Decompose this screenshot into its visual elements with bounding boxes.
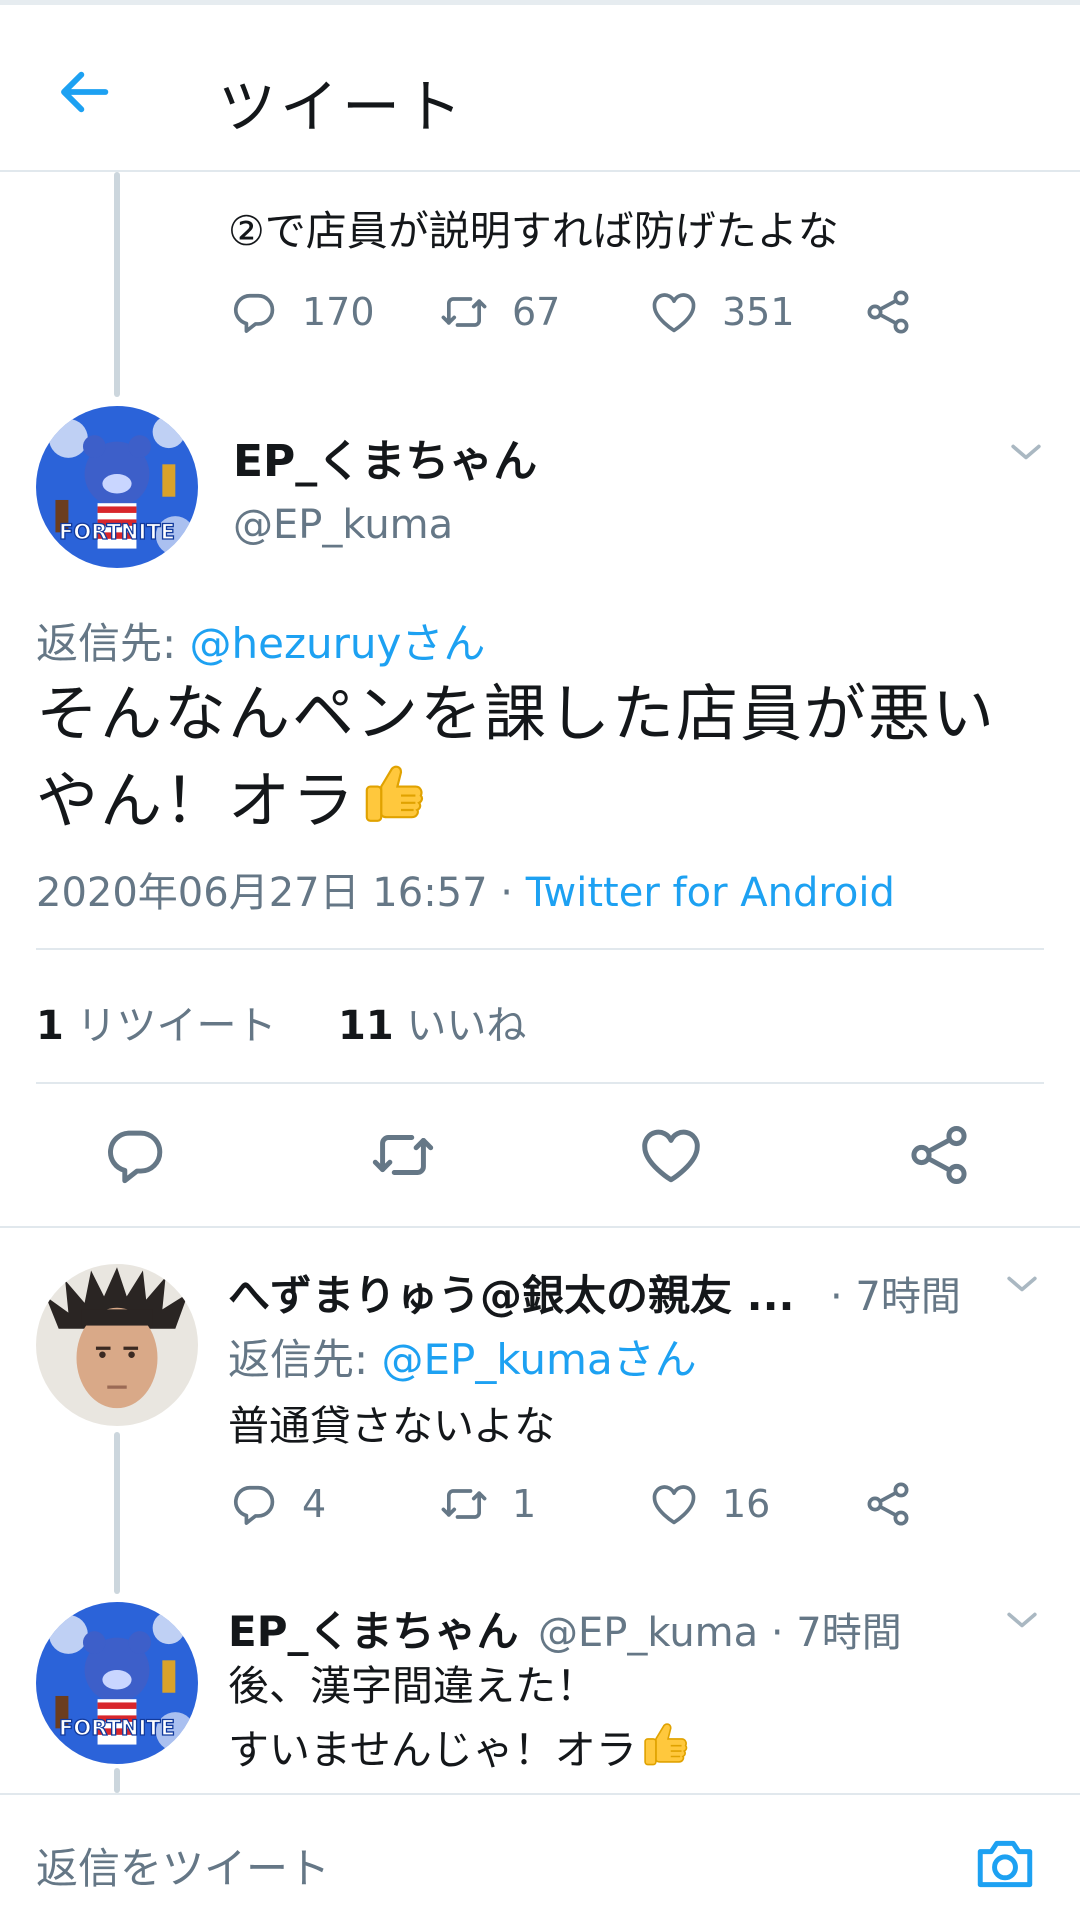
retweet-stat-label: リツイート [63, 1003, 277, 1049]
thread-line [114, 1432, 120, 1594]
tweet-text-line1: そんなんペンを課した店員が悪い [36, 677, 997, 750]
reply-text: 後、漢字間違えた！ すいませんじゃ！オラ [228, 1656, 691, 1780]
reply-text: 普通貸さないよな [228, 1402, 556, 1450]
page-title: ツイート [218, 73, 467, 141]
thread-line [114, 1768, 120, 1793]
like-button[interactable]: 351 [648, 282, 795, 342]
share-icon[interactable] [904, 1120, 974, 1190]
tweet-timestamp: 2020年06月27日 16:57 · [36, 870, 526, 916]
chevron-down-icon[interactable] [1000, 1598, 1044, 1642]
retweet-icon [438, 1478, 490, 1530]
divider [36, 948, 1044, 950]
reply-author-name[interactable]: EP_くまちゃん [228, 1598, 518, 1659]
reply-button[interactable]: 170 [228, 282, 375, 342]
like-stat-label: いいね [393, 1003, 527, 1049]
prev-tweet-text: ②で店員が説明すれば防げたよな [228, 207, 839, 255]
retweet-count: 67 [512, 290, 561, 334]
thumbs-up-emoji-icon [356, 756, 428, 828]
back-arrow-icon[interactable] [52, 60, 116, 124]
retweet-icon[interactable] [368, 1120, 438, 1190]
divider [36, 1082, 1044, 1084]
camera-icon[interactable] [972, 1831, 1038, 1897]
retweet-button[interactable]: 1 [438, 1474, 536, 1534]
tweet-text-line2: やん！オラ [36, 764, 357, 837]
share-icon [862, 1478, 914, 1530]
compose-bar: 返信をツイート [0, 1793, 1080, 1929]
divider [0, 1226, 1080, 1228]
thumbs-up-emoji-icon [637, 1716, 691, 1770]
reply-to-prefix: 返信先: [228, 1335, 382, 1384]
avatar[interactable] [36, 1264, 198, 1426]
author-handle[interactable]: @EP_kuma [233, 502, 453, 548]
top-bar: ツイート [0, 0, 1080, 172]
avatar[interactable] [36, 406, 198, 568]
retweet-total: 1 [36, 1003, 64, 1049]
tweet-meta: 2020年06月27日 16:57 · Twitter for Android [36, 860, 895, 918]
like-button[interactable]: 16 [648, 1474, 770, 1534]
chevron-down-icon[interactable] [1004, 430, 1048, 474]
reply-to-mention[interactable]: @EP_kumaさん [382, 1335, 697, 1384]
like-count: 351 [722, 290, 795, 334]
tweet-stats: 1 リツイート 11 いいね [36, 993, 526, 1051]
share-button[interactable] [862, 282, 914, 342]
reply-to-line: 返信先: @hezuruyさん [36, 610, 485, 671]
prev-tweet-actions: 170 67 351 [228, 282, 1048, 342]
heart-icon[interactable] [636, 1120, 706, 1190]
reply-button[interactable]: 4 [228, 1474, 326, 1534]
reply-time: · 7時間 [830, 1274, 961, 1320]
reply-icon [228, 286, 280, 338]
reply-actions: 4 1 16 [228, 1474, 1048, 1534]
reply-text-line1: 後、漢字間違えた！ [228, 1662, 597, 1710]
like-total: 11 [338, 1003, 394, 1049]
reply-to-mention[interactable]: @hezuruyさん [190, 619, 486, 668]
tweet-text: そんなんペンを課した店員が悪い やん！オラ [36, 672, 1046, 843]
reply-to-prefix: 返信先: [36, 619, 190, 668]
share-button[interactable] [862, 1474, 914, 1534]
reply-compose-input[interactable]: 返信をツイート [36, 1835, 330, 1896]
reply-icon[interactable] [100, 1120, 170, 1190]
reply-handle-time: @EP_kuma · 7時間 [538, 1610, 902, 1656]
reply-count: 170 [302, 290, 375, 334]
author-name[interactable]: EP_くまちゃん [233, 425, 537, 489]
thread-line [114, 172, 120, 397]
heart-icon [648, 286, 700, 338]
reply-icon [228, 1478, 280, 1530]
share-icon [862, 286, 914, 338]
retweets-stat[interactable]: 1 リツイート [36, 1003, 277, 1049]
retweet-icon [438, 286, 490, 338]
chevron-down-icon[interactable] [1000, 1262, 1044, 1306]
like-count: 16 [722, 1482, 771, 1526]
avatar[interactable] [36, 1602, 198, 1764]
likes-stat[interactable]: 11 いいね [338, 1003, 526, 1049]
reply-to-line: 返信先: @EP_kumaさん [228, 1326, 697, 1387]
tweet-source[interactable]: Twitter for Android [526, 870, 895, 916]
reply-text-line2: すいませんじゃ！オラ [228, 1726, 637, 1774]
retweet-button[interactable]: 67 [438, 282, 560, 342]
reply-count: 4 [302, 1482, 327, 1526]
heart-icon [648, 1478, 700, 1530]
reply-author-name[interactable]: へずまりゅう@銀太の親友 ... [228, 1262, 795, 1323]
retweet-count: 1 [512, 1482, 537, 1526]
